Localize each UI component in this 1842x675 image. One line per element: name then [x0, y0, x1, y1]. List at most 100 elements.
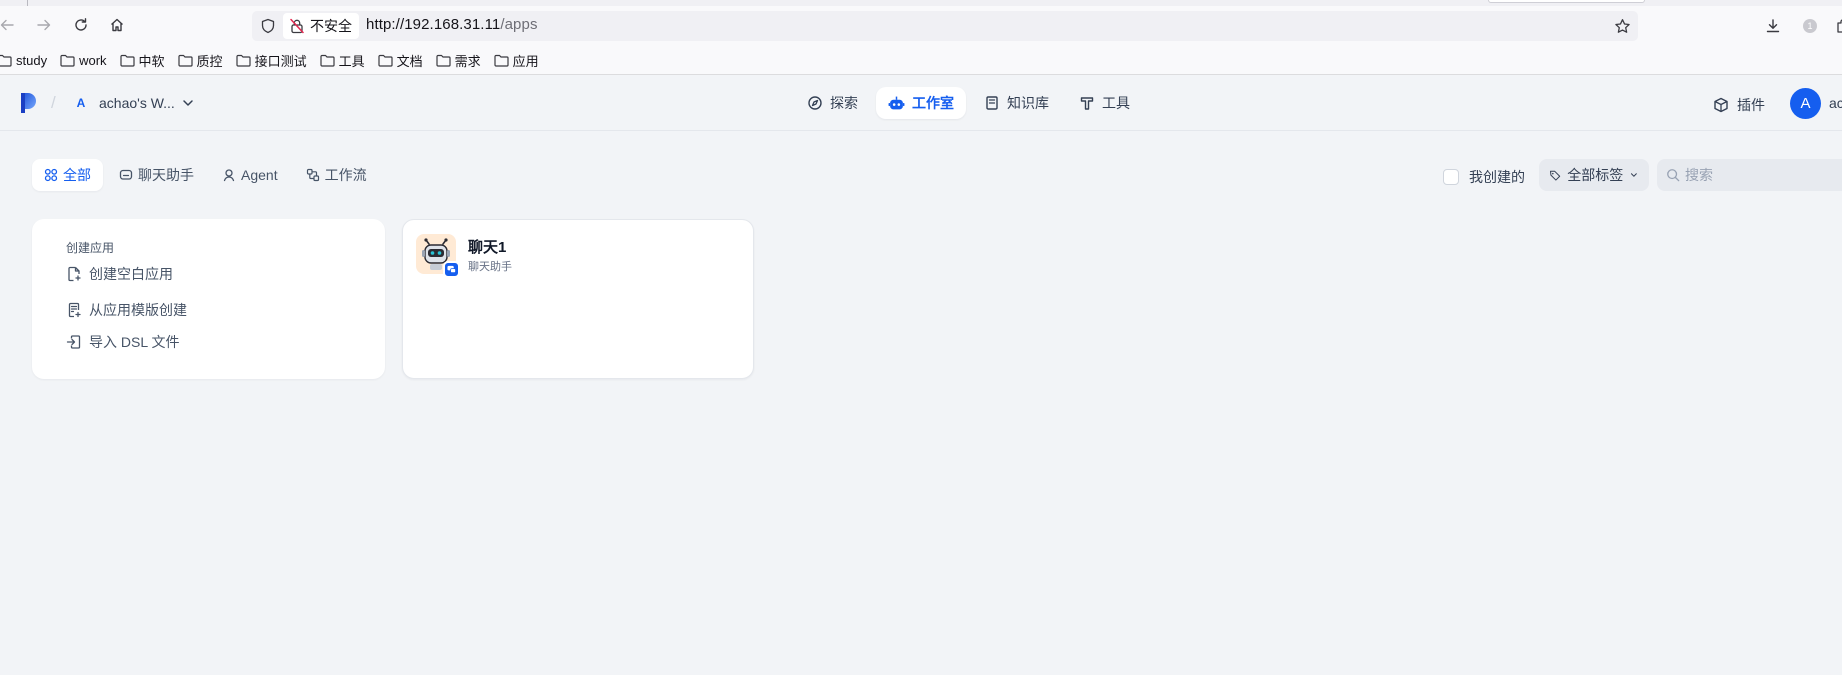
nav-knowledge[interactable]: 知识库 [972, 87, 1061, 119]
download-icon [1766, 19, 1780, 33]
app-header: / A achao's W... 探索 工作室 知识库 工具 插件 A ac [0, 76, 1842, 131]
search-icon [1667, 169, 1680, 182]
bookmark-folder[interactable]: study [0, 53, 47, 68]
nav-studio[interactable]: 工作室 [876, 87, 966, 119]
chat-bubble-icon [119, 169, 133, 180]
tab-label: 聊天助手 [138, 167, 194, 183]
app-type: 聊天助手 [468, 261, 512, 273]
search-box[interactable] [1657, 159, 1842, 191]
created-by-me-filter[interactable]: 我创建的 [1443, 167, 1525, 187]
bookmark-folder[interactable]: 中软 [119, 51, 165, 70]
nav-explore[interactable]: 探索 [795, 87, 870, 119]
create-from-template-button[interactable]: 从应用模版创建 [66, 300, 187, 320]
home-button[interactable] [106, 14, 128, 36]
create-blank-app-button[interactable]: 创建空白应用 [66, 264, 173, 284]
back-button[interactable] [0, 14, 18, 36]
nav-label: 工作室 [912, 95, 954, 111]
security-label: 不安全 [310, 18, 352, 34]
user-name[interactable]: ac [1829, 95, 1842, 111]
chevron-down-icon [1631, 173, 1638, 177]
reload-button[interactable] [70, 14, 92, 36]
app-name: 聊天1 [468, 239, 507, 256]
workspace-switcher[interactable] [180, 95, 196, 111]
url-host: http://192.168.31.11 [366, 16, 501, 33]
create-option-label: 导入 DSL 文件 [89, 334, 180, 350]
downloads-button[interactable] [1762, 15, 1784, 37]
chat-bubble-icon [447, 265, 456, 274]
tab-agent[interactable]: Agent [210, 159, 290, 191]
hammer-icon [1080, 97, 1094, 110]
home-icon [111, 18, 123, 32]
plugins-label: 插件 [1737, 97, 1765, 113]
account-badge-button[interactable]: 1 [1799, 15, 1821, 37]
folder-icon [119, 54, 135, 67]
app-type-tabs: 全部 聊天助手 Agent 工作流 [32, 159, 379, 191]
logo-icon [21, 93, 36, 113]
browser-tab-strip [0, 0, 1842, 6]
bookmark-folder[interactable]: work [60, 52, 107, 68]
bookmark-folder[interactable]: 需求 [436, 51, 481, 70]
workflow-icon [306, 168, 319, 182]
url-path: /apps [500, 16, 538, 33]
create-app-title: 创建应用 [66, 241, 115, 255]
main-nav: 探索 工作室 知识库 工具 [795, 87, 1142, 119]
insecure-lock-icon [290, 18, 304, 34]
bookmark-folder[interactable]: 应用 [494, 51, 539, 70]
file-plus-icon [68, 266, 81, 282]
url-text[interactable]: http://192.168.31.11/apps [366, 16, 538, 33]
nav-label: 工具 [1102, 95, 1130, 111]
extensions-button[interactable] [1832, 15, 1842, 37]
app-logo[interactable] [20, 92, 38, 114]
folder-icon [436, 54, 451, 67]
bookmark-label: 质控 [196, 53, 223, 69]
created-by-me-checkbox[interactable] [1443, 169, 1459, 185]
folder-icon [60, 54, 75, 67]
bookmark-star-button[interactable] [1612, 15, 1632, 37]
bookmark-label: 文档 [396, 53, 423, 69]
nav-tools[interactable]: 工具 [1067, 87, 1142, 119]
browser-tab-fragment[interactable] [1488, 0, 1645, 3]
folder-icon [0, 54, 12, 67]
workspace-name[interactable]: achao's W... [99, 95, 175, 111]
tab-label: 工作流 [324, 167, 367, 183]
tab-separator [27, 0, 28, 6]
tab-label: Agent [241, 167, 278, 183]
app-card[interactable]: 聊天1 聊天助手 [402, 219, 754, 379]
import-dsl-button[interactable]: 导入 DSL 文件 [66, 332, 180, 352]
bookmark-folder[interactable]: 质控 [177, 51, 223, 70]
plugins-button[interactable]: 插件 [1713, 95, 1765, 115]
bookmark-label: work [79, 52, 107, 68]
file-import-icon [66, 335, 81, 349]
robot-icon [888, 96, 905, 109]
site-security-button[interactable]: 不安全 [283, 13, 359, 39]
folder-icon [494, 54, 509, 67]
tab-workflow[interactable]: 工作流 [294, 159, 379, 191]
chevron-down-icon [183, 100, 193, 106]
tab-label: 全部 [63, 167, 91, 183]
create-option-label: 从应用模版创建 [89, 302, 187, 318]
nav-label: 知识库 [1007, 95, 1049, 111]
tab-all[interactable]: 全部 [32, 159, 103, 191]
user-avatar[interactable]: A [1790, 88, 1821, 119]
search-input[interactable] [1685, 167, 1835, 183]
bookmark-folder[interactable]: 文档 [377, 51, 423, 70]
folder-icon [377, 54, 393, 67]
tag-filter-label: 全部标签 [1567, 167, 1624, 183]
created-by-me-label: 我创建的 [1469, 169, 1525, 185]
star-icon [1614, 18, 1630, 33]
folder-icon [319, 54, 335, 67]
cube-icon [1714, 97, 1728, 113]
tab-chat-assistant[interactable]: 聊天助手 [107, 159, 206, 191]
file-template-icon [68, 302, 81, 318]
workspace-avatar: A [76, 96, 86, 110]
app-type-badge [443, 261, 460, 278]
reload-icon [75, 18, 87, 31]
arrow-left-icon [0, 19, 14, 31]
tag-filter-select[interactable]: 全部标签 [1539, 159, 1649, 191]
bookmark-label: study [16, 52, 48, 68]
bookmark-folder[interactable]: 工具 [319, 51, 365, 70]
bookmark-label: 应用 [512, 53, 539, 69]
forward-button[interactable] [33, 14, 55, 36]
bookmark-folder[interactable]: 接口测试 [235, 51, 307, 70]
tracking-protection-button[interactable] [258, 15, 278, 37]
